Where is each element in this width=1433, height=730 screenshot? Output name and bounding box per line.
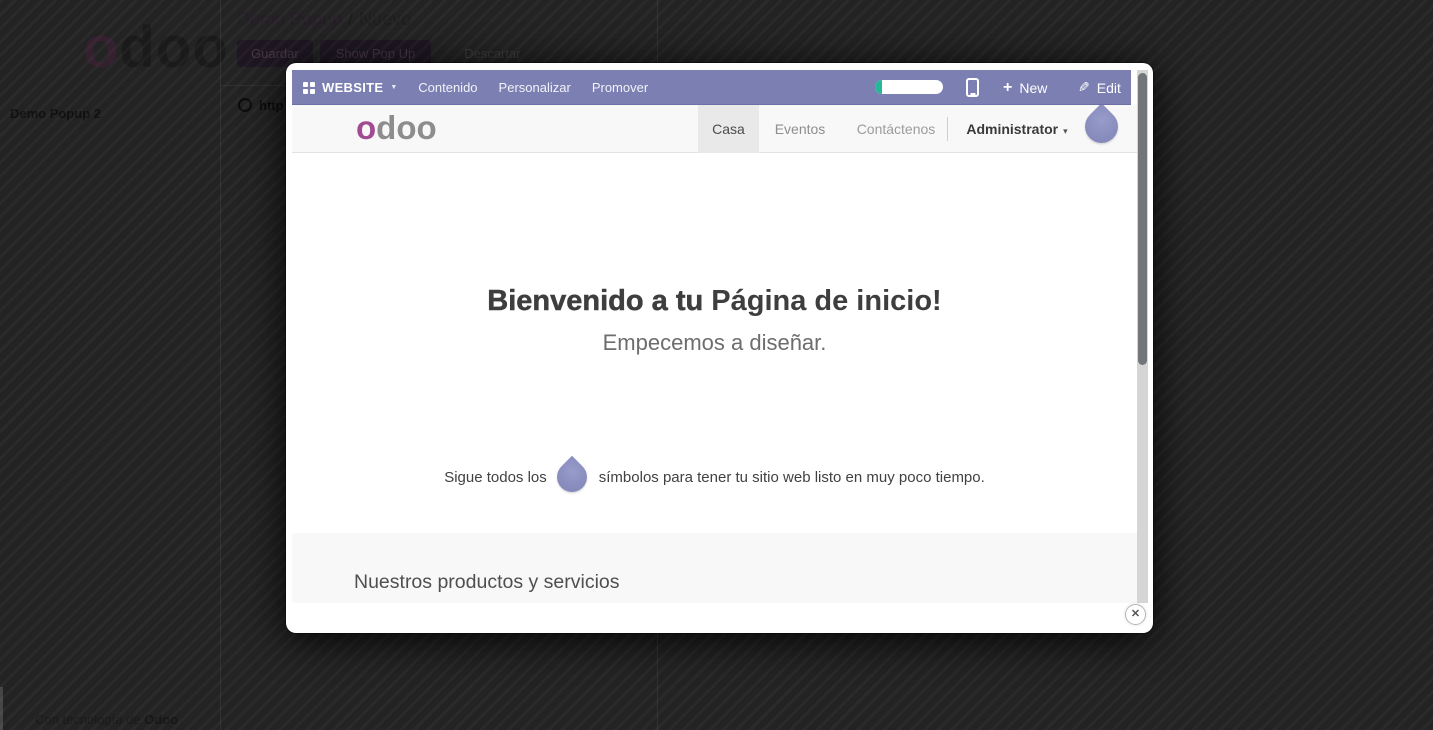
menu-contenido[interactable]: Contenido bbox=[418, 80, 477, 95]
scrollbar-track[interactable] bbox=[1137, 70, 1148, 603]
sidebar-item-demo-popup-2[interactable]: Demo Popup 2 bbox=[10, 106, 101, 121]
radio-button[interactable] bbox=[238, 98, 252, 112]
nav-item-contactenos[interactable]: Contáctenos bbox=[855, 105, 937, 153]
site-logo-letter: o bbox=[356, 109, 376, 146]
site-logo[interactable]: odoo bbox=[356, 109, 437, 147]
logo-letter: o bbox=[83, 15, 119, 80]
site-logo-rest: doo bbox=[376, 109, 436, 146]
page: odoo Demo Popup/Nuevo Guardar Show Pop U… bbox=[0, 0, 1433, 730]
editor-toolbar: WEBSITE ▼ Contenido Personalizar Promove… bbox=[292, 70, 1131, 105]
hero-tip: Sigue todos los símbolos para tener tu s… bbox=[292, 462, 1137, 492]
hero-title-start: Bienvenido a tu bbox=[487, 285, 711, 317]
odoo-backend-logo: odoo bbox=[83, 14, 229, 81]
products-heading: Nuestros productos y servicios bbox=[354, 571, 620, 594]
progress-fill bbox=[875, 80, 882, 94]
backend-left-edge bbox=[0, 687, 3, 730]
powered-by: Con tecnología de Odoo bbox=[35, 712, 178, 727]
breadcrumb: Demo Popup/Nuevo bbox=[237, 9, 411, 30]
menu-personalizar[interactable]: Personalizar bbox=[499, 80, 571, 95]
website-editor-modal: WEBSITE ▼ Contenido Personalizar Promove… bbox=[286, 63, 1153, 633]
mobile-preview-icon[interactable] bbox=[966, 78, 979, 97]
products-section: Nuestros productos y servicios bbox=[292, 533, 1137, 603]
menu-promover[interactable]: Promover bbox=[592, 80, 648, 95]
powered-by-prefix: Con tecnología de bbox=[35, 712, 144, 727]
hero-title-end: ! bbox=[932, 285, 942, 317]
apps-grid-icon[interactable] bbox=[303, 82, 315, 94]
breadcrumb-separator: / bbox=[342, 9, 359, 29]
nav-divider bbox=[947, 117, 948, 141]
user-menu[interactable]: Administrator ▾ bbox=[964, 105, 1070, 153]
edit-button-label: Edit bbox=[1097, 80, 1121, 96]
toolbar-left-group: WEBSITE ▼ Contenido Personalizar Promove… bbox=[303, 70, 648, 105]
chevron-down-icon[interactable]: ▼ bbox=[390, 84, 397, 91]
hero-title: Bienvenido a tu Página de inicio! bbox=[292, 285, 1137, 318]
pencil-icon: ✎ bbox=[1078, 79, 1090, 96]
user-menu-label: Administrator bbox=[966, 121, 1058, 137]
close-icon: ✕ bbox=[1131, 608, 1140, 620]
close-button[interactable]: ✕ bbox=[1125, 604, 1146, 625]
website-menu-button[interactable]: WEBSITE bbox=[322, 80, 383, 95]
scrollbar-thumb[interactable] bbox=[1138, 73, 1147, 365]
nav-item-casa[interactable]: Casa bbox=[698, 105, 759, 153]
tour-progress-bar bbox=[875, 80, 943, 94]
edit-button[interactable]: ✎ Edit bbox=[1078, 70, 1121, 105]
logo-rest: doo bbox=[119, 15, 228, 80]
chevron-down-icon: ▾ bbox=[1063, 126, 1068, 136]
radio-label: http bbox=[259, 98, 284, 113]
site-header: odoo Casa Eventos Contáctenos Administra… bbox=[292, 105, 1137, 153]
tip-text-start: Sigue todos los bbox=[444, 469, 547, 486]
nav-item-eventos[interactable]: Eventos bbox=[773, 105, 827, 153]
website-preview: odoo Casa Eventos Contáctenos Administra… bbox=[292, 105, 1137, 603]
backend-divider-vertical bbox=[220, 0, 221, 730]
tip-text-end: símbolos para tener tu sitio web listo e… bbox=[599, 469, 985, 486]
tour-droplet-icon[interactable] bbox=[1078, 105, 1125, 150]
powered-by-brand[interactable]: Odoo bbox=[144, 712, 178, 727]
hero-subtitle: Empecemos a diseñar. bbox=[292, 330, 1137, 356]
plus-icon: + bbox=[1003, 80, 1012, 96]
new-button[interactable]: + New bbox=[1003, 70, 1047, 105]
tour-droplet-icon[interactable] bbox=[551, 456, 593, 498]
breadcrumb-parent[interactable]: Demo Popup bbox=[237, 9, 342, 29]
hero-title-strong: Página de inicio bbox=[711, 285, 932, 317]
breadcrumb-current: Nuevo bbox=[359, 9, 411, 29]
new-button-label: New bbox=[1019, 80, 1047, 96]
hero-section: Bienvenido a tu Página de inicio! Empece… bbox=[292, 153, 1137, 533]
